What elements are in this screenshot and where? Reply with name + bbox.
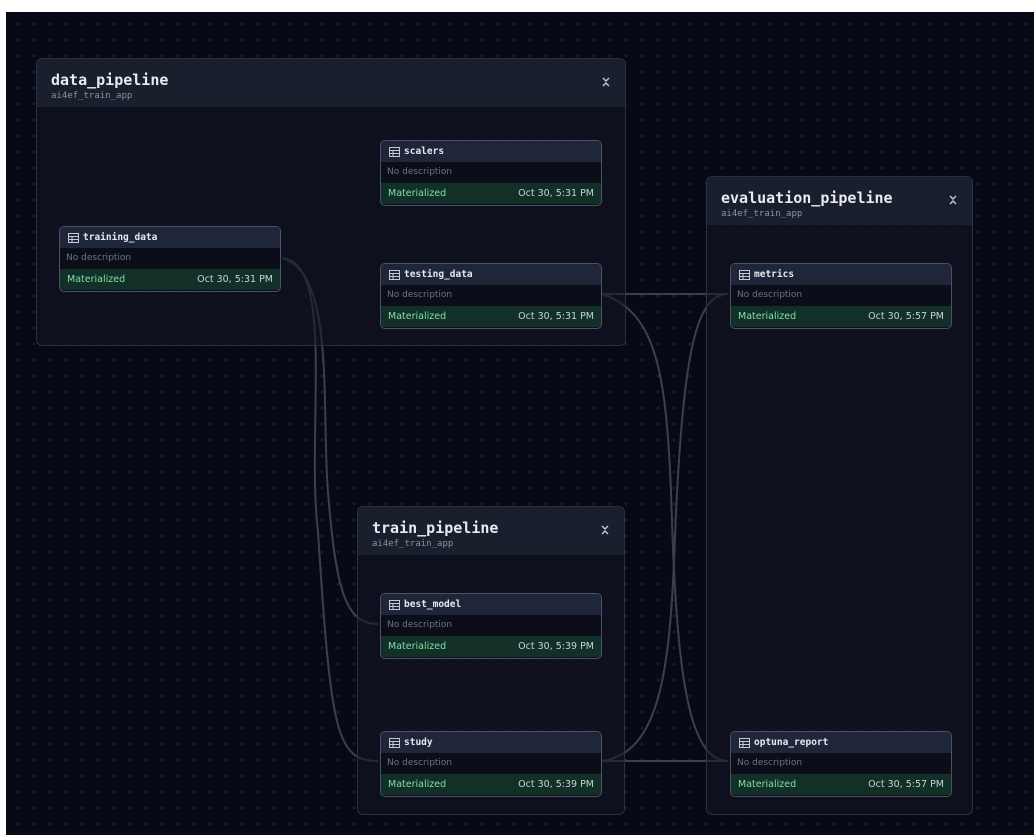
asset-status-bar: Materialized Oct 30, 5:39 PM bbox=[381, 774, 601, 795]
asset-node-study[interactable]: study No description Materialized Oct 30… bbox=[380, 731, 602, 797]
asset-name: testing_data bbox=[404, 269, 473, 280]
asset-graph-canvas[interactable]: data_pipeline ai4ef_train_app evaluation… bbox=[6, 12, 1034, 835]
status-label: Materialized bbox=[388, 641, 447, 652]
table-icon bbox=[739, 737, 750, 748]
asset-node-header: training_data bbox=[60, 227, 280, 248]
collapse-icon[interactable] bbox=[601, 75, 611, 89]
status-label: Materialized bbox=[388, 188, 447, 199]
group-subtitle: ai4ef_train_app bbox=[372, 539, 454, 549]
asset-node-header: study bbox=[381, 732, 601, 753]
group-title: data_pipeline bbox=[51, 71, 169, 89]
asset-name: best_model bbox=[404, 599, 462, 610]
asset-node-header: testing_data bbox=[381, 264, 601, 285]
asset-name: study bbox=[404, 737, 433, 748]
group-title: evaluation_pipeline bbox=[721, 189, 893, 207]
asset-description: No description bbox=[731, 753, 951, 774]
group-header[interactable]: evaluation_pipeline ai4ef_train_app bbox=[707, 177, 972, 225]
status-label: Materialized bbox=[67, 274, 126, 285]
table-icon bbox=[389, 269, 400, 280]
asset-node-training-data[interactable]: training_data No description Materialize… bbox=[59, 226, 281, 292]
table-icon bbox=[389, 146, 400, 157]
asset-description: No description bbox=[731, 285, 951, 306]
asset-status-bar: Materialized Oct 30, 5:31 PM bbox=[60, 269, 280, 290]
status-label: Materialized bbox=[388, 779, 447, 790]
group-header[interactable]: data_pipeline ai4ef_train_app bbox=[37, 59, 625, 107]
table-icon bbox=[389, 737, 400, 748]
asset-description: No description bbox=[381, 162, 601, 183]
asset-node-best-model[interactable]: best_model No description Materialized O… bbox=[380, 593, 602, 659]
table-icon bbox=[68, 232, 79, 243]
status-timestamp[interactable]: Oct 30, 5:39 PM bbox=[518, 774, 594, 795]
asset-description: No description bbox=[60, 248, 280, 269]
status-timestamp[interactable]: Oct 30, 5:57 PM bbox=[868, 774, 944, 795]
status-timestamp[interactable]: Oct 30, 5:31 PM bbox=[518, 306, 594, 327]
asset-status-bar: Materialized Oct 30, 5:57 PM bbox=[731, 774, 951, 795]
group-subtitle: ai4ef_train_app bbox=[51, 91, 133, 101]
asset-node-metrics[interactable]: metrics No description Materialized Oct … bbox=[730, 263, 952, 329]
group-title: train_pipeline bbox=[372, 519, 499, 537]
asset-status-bar: Materialized Oct 30, 5:31 PM bbox=[381, 306, 601, 327]
group-header[interactable]: train_pipeline ai4ef_train_app bbox=[358, 507, 624, 555]
group-subtitle: ai4ef_train_app bbox=[721, 209, 803, 219]
asset-name: optuna_report bbox=[754, 737, 829, 748]
asset-description: No description bbox=[381, 615, 601, 636]
asset-node-header: optuna_report bbox=[731, 732, 951, 753]
asset-status-bar: Materialized Oct 30, 5:31 PM bbox=[381, 183, 601, 204]
status-timestamp[interactable]: Oct 30, 5:39 PM bbox=[518, 636, 594, 657]
asset-status-bar: Materialized Oct 30, 5:39 PM bbox=[381, 636, 601, 657]
collapse-icon[interactable] bbox=[600, 523, 610, 537]
asset-node-header: best_model bbox=[381, 594, 601, 615]
asset-name: metrics bbox=[754, 269, 795, 280]
asset-description: No description bbox=[381, 753, 601, 774]
status-timestamp[interactable]: Oct 30, 5:57 PM bbox=[868, 306, 944, 327]
asset-name: scalers bbox=[404, 146, 445, 157]
asset-node-header: scalers bbox=[381, 141, 601, 162]
asset-node-testing-data[interactable]: testing_data No description Materialized… bbox=[380, 263, 602, 329]
status-timestamp[interactable]: Oct 30, 5:31 PM bbox=[518, 183, 594, 204]
asset-node-header: metrics bbox=[731, 264, 951, 285]
asset-node-scalers[interactable]: scalers No description Materialized Oct … bbox=[380, 140, 602, 206]
asset-node-optuna-report[interactable]: optuna_report No description Materialize… bbox=[730, 731, 952, 797]
collapse-icon[interactable] bbox=[948, 193, 958, 207]
asset-name: training_data bbox=[83, 232, 158, 243]
asset-description: No description bbox=[381, 285, 601, 306]
status-label: Materialized bbox=[388, 311, 447, 322]
status-label: Materialized bbox=[738, 779, 797, 790]
asset-status-bar: Materialized Oct 30, 5:57 PM bbox=[731, 306, 951, 327]
table-icon bbox=[739, 269, 750, 280]
status-label: Materialized bbox=[738, 311, 797, 322]
status-timestamp[interactable]: Oct 30, 5:31 PM bbox=[197, 269, 273, 290]
table-icon bbox=[389, 599, 400, 610]
